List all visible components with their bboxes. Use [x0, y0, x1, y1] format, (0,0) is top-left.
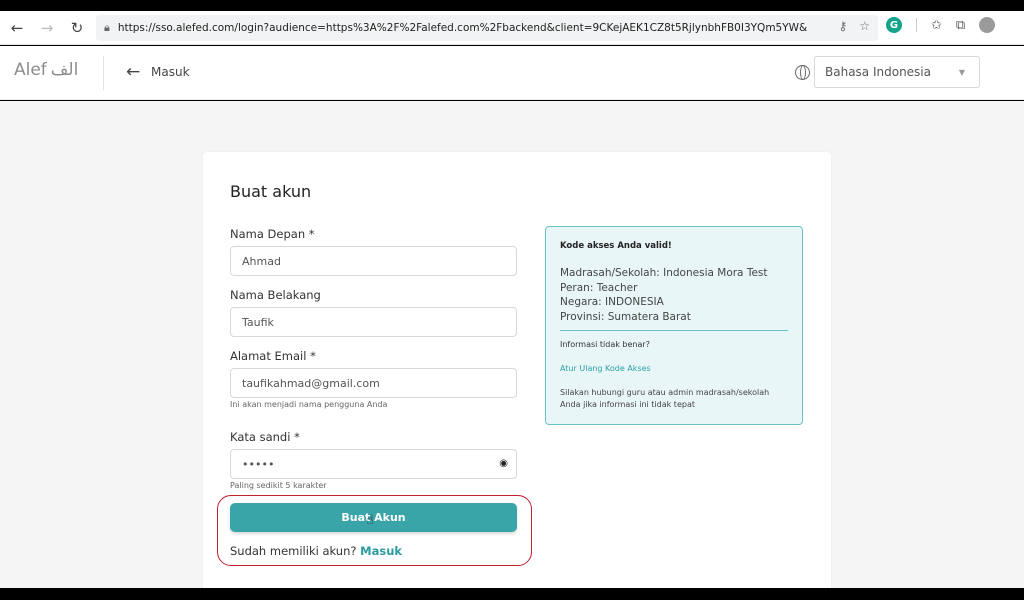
has-account-text: Sudah memiliki akun?	[230, 544, 357, 558]
last-name-value: Taufik	[242, 316, 274, 329]
favorites-icon[interactable]: ✩	[931, 18, 942, 33]
info-role: Peran: Teacher	[560, 281, 638, 294]
address-bar[interactable]: 🔒︎ https://sso.alefed.com/login?audience…	[96, 15, 878, 41]
eye-off-icon[interactable]: ◉	[499, 458, 508, 469]
info-question: Informasi tidak benar?	[560, 340, 650, 349]
arrow-left-icon[interactable]: ←	[126, 62, 140, 82]
screen-top-edge	[0, 0, 1024, 11]
toolbar-divider	[916, 18, 917, 32]
logo-latin: Alef	[14, 60, 47, 80]
header-divider	[103, 56, 104, 90]
info-school: Madrasah/Sekolah: Indonesia Mora Test	[560, 267, 768, 279]
reload-icon[interactable]: ↻	[62, 13, 92, 43]
screen-bottom-edge	[0, 588, 1024, 600]
app-header: Alef الف ← Masuk Bahasa Indonesia ▼	[0, 46, 1024, 100]
logo-arabic: الف	[50, 60, 79, 80]
first-name-label: Nama Depan *	[230, 227, 315, 241]
info-province: Provinsi: Sumatera Barat	[560, 310, 691, 323]
signup-card: Buat akun Nama Depan * Ahmad Nama Belaka…	[203, 152, 831, 588]
email-hint: Ini akan menjadi nama pengguna Anda	[230, 400, 388, 409]
login-prompt: Sudah memiliki akun? Masuk	[230, 544, 402, 558]
email-label: Alamat Email *	[230, 349, 316, 363]
info-heading: Kode akses Anda valid!	[560, 241, 672, 251]
password-hint: Paling sedikit 5 karakter	[230, 481, 327, 490]
info-divider	[560, 330, 788, 331]
url-text[interactable]: https://sso.alefed.com/login?audience=ht…	[118, 22, 808, 34]
hand-cursor-icon: ☝	[366, 513, 374, 528]
collections-icon[interactable]: ⧉	[956, 18, 965, 33]
add-favorite-icon[interactable]: ☆	[859, 19, 870, 33]
browser-toolbar: ← → ↻ 🔒︎ https://sso.alefed.com/login?au…	[0, 11, 1024, 45]
page-title: Buat akun	[230, 182, 312, 201]
last-name-label: Nama Belakang	[230, 288, 321, 302]
email-value: taufikahmad@gmail.com	[242, 377, 380, 390]
last-name-field[interactable]: Taufik	[230, 307, 517, 337]
first-name-field[interactable]: Ahmad	[230, 246, 517, 276]
info-country: Negara: INDONESIA	[560, 296, 664, 309]
reset-access-code-link[interactable]: Atur Ulang Kode Akses	[560, 364, 651, 373]
access-code-info: Kode akses Anda valid! Madrasah/Sekolah:…	[545, 226, 803, 425]
back-to-login-link[interactable]: Masuk	[151, 65, 190, 79]
grammarly-icon[interactable]: G	[886, 17, 902, 33]
address-bar-icons: ⚷ ☆	[838, 19, 870, 33]
chevron-down-icon: ▼	[958, 68, 965, 77]
lock-icon: 🔒︎	[104, 21, 110, 34]
info-note: Silakan hubungi guru atau admin madrasah…	[560, 388, 770, 409]
login-link[interactable]: Masuk	[360, 544, 402, 558]
profile-avatar[interactable]	[979, 17, 996, 33]
forward-nav-icon[interactable]: →	[32, 13, 62, 43]
password-label: Kata sandi *	[230, 430, 300, 444]
language-select[interactable]: Bahasa Indonesia ▼	[814, 56, 980, 88]
email-field[interactable]: taufikahmad@gmail.com	[230, 368, 517, 398]
extension-area: G ✩ ⧉	[886, 17, 996, 33]
password-value: •••••	[242, 458, 275, 471]
key-icon[interactable]: ⚷	[838, 19, 847, 33]
alef-logo[interactable]: Alef الف	[14, 60, 78, 80]
first-name-value: Ahmad	[242, 255, 281, 268]
info-details: Madrasah/Sekolah: Indonesia Mora Test Pe…	[560, 266, 768, 324]
password-field[interactable]: ••••• ◉	[230, 449, 517, 479]
back-nav-icon[interactable]: ←	[2, 13, 32, 43]
language-value: Bahasa Indonesia	[825, 65, 931, 79]
globe-icon	[795, 65, 810, 80]
